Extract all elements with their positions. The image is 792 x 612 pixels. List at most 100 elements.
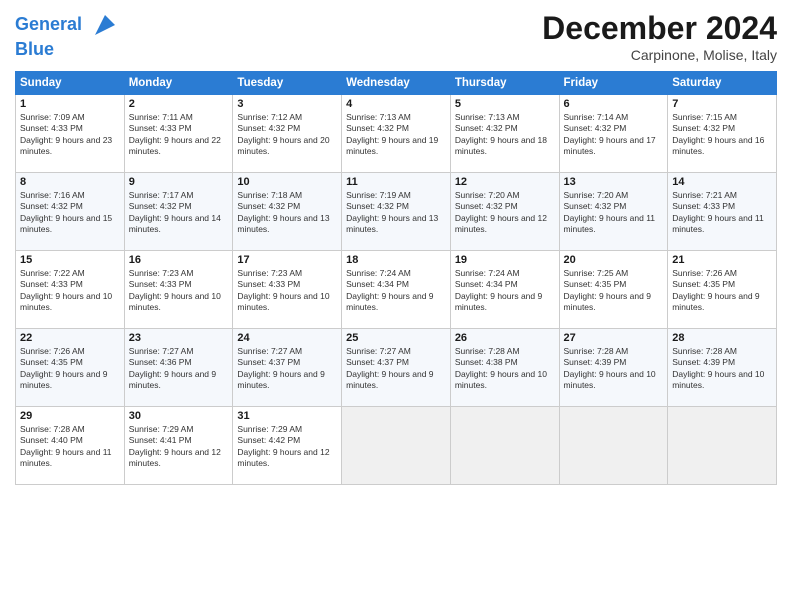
calendar-cell: 18 Sunrise: 7:24 AM Sunset: 4:34 PM Dayl… — [342, 251, 451, 329]
calendar-cell: 1 Sunrise: 7:09 AM Sunset: 4:33 PM Dayli… — [16, 95, 125, 173]
weekday-header-thursday: Thursday — [450, 72, 559, 95]
calendar-cell: 15 Sunrise: 7:22 AM Sunset: 4:33 PM Dayl… — [16, 251, 125, 329]
day-number: 25 — [346, 332, 446, 344]
day-info: Sunrise: 7:17 AM Sunset: 4:32 PM Dayligh… — [129, 190, 229, 236]
calendar-cell: 3 Sunrise: 7:12 AM Sunset: 4:32 PM Dayli… — [233, 95, 342, 173]
day-info: Sunrise: 7:19 AM Sunset: 4:32 PM Dayligh… — [346, 190, 446, 236]
day-number: 31 — [237, 410, 337, 422]
calendar-cell: 12 Sunrise: 7:20 AM Sunset: 4:32 PM Dayl… — [450, 173, 559, 251]
weekday-header-wednesday: Wednesday — [342, 72, 451, 95]
day-info: Sunrise: 7:21 AM Sunset: 4:33 PM Dayligh… — [672, 190, 772, 236]
calendar-cell: 31 Sunrise: 7:29 AM Sunset: 4:42 PM Dayl… — [233, 407, 342, 485]
day-info: Sunrise: 7:27 AM Sunset: 4:37 PM Dayligh… — [346, 346, 446, 392]
day-info: Sunrise: 7:12 AM Sunset: 4:32 PM Dayligh… — [237, 112, 337, 158]
calendar-cell — [668, 407, 777, 485]
logo-text: General — [15, 10, 120, 40]
calendar-cell: 23 Sunrise: 7:27 AM Sunset: 4:36 PM Dayl… — [124, 329, 233, 407]
day-info: Sunrise: 7:20 AM Sunset: 4:32 PM Dayligh… — [455, 190, 555, 236]
calendar-cell: 5 Sunrise: 7:13 AM Sunset: 4:32 PM Dayli… — [450, 95, 559, 173]
calendar-cell: 13 Sunrise: 7:20 AM Sunset: 4:32 PM Dayl… — [559, 173, 668, 251]
calendar-cell: 22 Sunrise: 7:26 AM Sunset: 4:35 PM Dayl… — [16, 329, 125, 407]
day-number: 16 — [129, 254, 229, 266]
weekday-header-friday: Friday — [559, 72, 668, 95]
calendar-cell: 24 Sunrise: 7:27 AM Sunset: 4:37 PM Dayl… — [233, 329, 342, 407]
day-number: 5 — [455, 98, 555, 110]
day-info: Sunrise: 7:23 AM Sunset: 4:33 PM Dayligh… — [129, 268, 229, 314]
day-number: 9 — [129, 176, 229, 188]
day-info: Sunrise: 7:13 AM Sunset: 4:32 PM Dayligh… — [455, 112, 555, 158]
day-info: Sunrise: 7:28 AM Sunset: 4:39 PM Dayligh… — [564, 346, 664, 392]
calendar-cell: 21 Sunrise: 7:26 AM Sunset: 4:35 PM Dayl… — [668, 251, 777, 329]
day-info: Sunrise: 7:27 AM Sunset: 4:37 PM Dayligh… — [237, 346, 337, 392]
day-number: 1 — [20, 98, 120, 110]
calendar-cell: 19 Sunrise: 7:24 AM Sunset: 4:34 PM Dayl… — [450, 251, 559, 329]
day-info: Sunrise: 7:14 AM Sunset: 4:32 PM Dayligh… — [564, 112, 664, 158]
calendar-cell: 25 Sunrise: 7:27 AM Sunset: 4:37 PM Dayl… — [342, 329, 451, 407]
calendar-cell: 17 Sunrise: 7:23 AM Sunset: 4:33 PM Dayl… — [233, 251, 342, 329]
day-info: Sunrise: 7:24 AM Sunset: 4:34 PM Dayligh… — [455, 268, 555, 314]
month-title: December 2024 — [542, 10, 777, 47]
calendar-cell — [450, 407, 559, 485]
day-info: Sunrise: 7:20 AM Sunset: 4:32 PM Dayligh… — [564, 190, 664, 236]
calendar-cell: 26 Sunrise: 7:28 AM Sunset: 4:38 PM Dayl… — [450, 329, 559, 407]
title-block: December 2024 Carpinone, Molise, Italy — [542, 10, 777, 63]
day-number: 28 — [672, 332, 772, 344]
calendar-cell: 16 Sunrise: 7:23 AM Sunset: 4:33 PM Dayl… — [124, 251, 233, 329]
day-number: 26 — [455, 332, 555, 344]
day-info: Sunrise: 7:15 AM Sunset: 4:32 PM Dayligh… — [672, 112, 772, 158]
day-number: 23 — [129, 332, 229, 344]
page: General Blue December 2024 Carpinone, Mo… — [0, 0, 792, 612]
day-number: 14 — [672, 176, 772, 188]
day-info: Sunrise: 7:09 AM Sunset: 4:33 PM Dayligh… — [20, 112, 120, 158]
day-info: Sunrise: 7:28 AM Sunset: 4:39 PM Dayligh… — [672, 346, 772, 392]
calendar-cell: 28 Sunrise: 7:28 AM Sunset: 4:39 PM Dayl… — [668, 329, 777, 407]
weekday-header-saturday: Saturday — [668, 72, 777, 95]
day-number: 19 — [455, 254, 555, 266]
day-info: Sunrise: 7:29 AM Sunset: 4:41 PM Dayligh… — [129, 424, 229, 470]
day-number: 15 — [20, 254, 120, 266]
calendar-cell: 2 Sunrise: 7:11 AM Sunset: 4:33 PM Dayli… — [124, 95, 233, 173]
day-number: 30 — [129, 410, 229, 422]
subtitle: Carpinone, Molise, Italy — [542, 47, 777, 63]
day-info: Sunrise: 7:27 AM Sunset: 4:36 PM Dayligh… — [129, 346, 229, 392]
day-number: 22 — [20, 332, 120, 344]
day-number: 11 — [346, 176, 446, 188]
day-number: 20 — [564, 254, 664, 266]
logo-icon — [90, 10, 120, 40]
day-number: 21 — [672, 254, 772, 266]
logo-general: General — [15, 14, 82, 34]
logo-blue: Blue — [15, 40, 120, 60]
day-info: Sunrise: 7:23 AM Sunset: 4:33 PM Dayligh… — [237, 268, 337, 314]
day-info: Sunrise: 7:24 AM Sunset: 4:34 PM Dayligh… — [346, 268, 446, 314]
day-number: 10 — [237, 176, 337, 188]
day-number: 12 — [455, 176, 555, 188]
day-number: 8 — [20, 176, 120, 188]
calendar-cell: 8 Sunrise: 7:16 AM Sunset: 4:32 PM Dayli… — [16, 173, 125, 251]
day-number: 27 — [564, 332, 664, 344]
calendar-cell — [559, 407, 668, 485]
day-number: 18 — [346, 254, 446, 266]
day-number: 17 — [237, 254, 337, 266]
calendar-cell: 6 Sunrise: 7:14 AM Sunset: 4:32 PM Dayli… — [559, 95, 668, 173]
day-info: Sunrise: 7:25 AM Sunset: 4:35 PM Dayligh… — [564, 268, 664, 314]
calendar-cell: 14 Sunrise: 7:21 AM Sunset: 4:33 PM Dayl… — [668, 173, 777, 251]
calendar-cell: 27 Sunrise: 7:28 AM Sunset: 4:39 PM Dayl… — [559, 329, 668, 407]
weekday-header-tuesday: Tuesday — [233, 72, 342, 95]
weekday-header-sunday: Sunday — [16, 72, 125, 95]
calendar-cell: 4 Sunrise: 7:13 AM Sunset: 4:32 PM Dayli… — [342, 95, 451, 173]
day-number: 2 — [129, 98, 229, 110]
header: General Blue December 2024 Carpinone, Mo… — [15, 10, 777, 63]
day-info: Sunrise: 7:26 AM Sunset: 4:35 PM Dayligh… — [672, 268, 772, 314]
day-number: 6 — [564, 98, 664, 110]
calendar-cell: 11 Sunrise: 7:19 AM Sunset: 4:32 PM Dayl… — [342, 173, 451, 251]
calendar: SundayMondayTuesdayWednesdayThursdayFrid… — [15, 71, 777, 485]
day-number: 4 — [346, 98, 446, 110]
day-info: Sunrise: 7:26 AM Sunset: 4:35 PM Dayligh… — [20, 346, 120, 392]
weekday-header-monday: Monday — [124, 72, 233, 95]
calendar-cell: 30 Sunrise: 7:29 AM Sunset: 4:41 PM Dayl… — [124, 407, 233, 485]
calendar-cell — [342, 407, 451, 485]
day-info: Sunrise: 7:13 AM Sunset: 4:32 PM Dayligh… — [346, 112, 446, 158]
day-number: 3 — [237, 98, 337, 110]
day-info: Sunrise: 7:11 AM Sunset: 4:33 PM Dayligh… — [129, 112, 229, 158]
logo: General Blue — [15, 10, 120, 60]
